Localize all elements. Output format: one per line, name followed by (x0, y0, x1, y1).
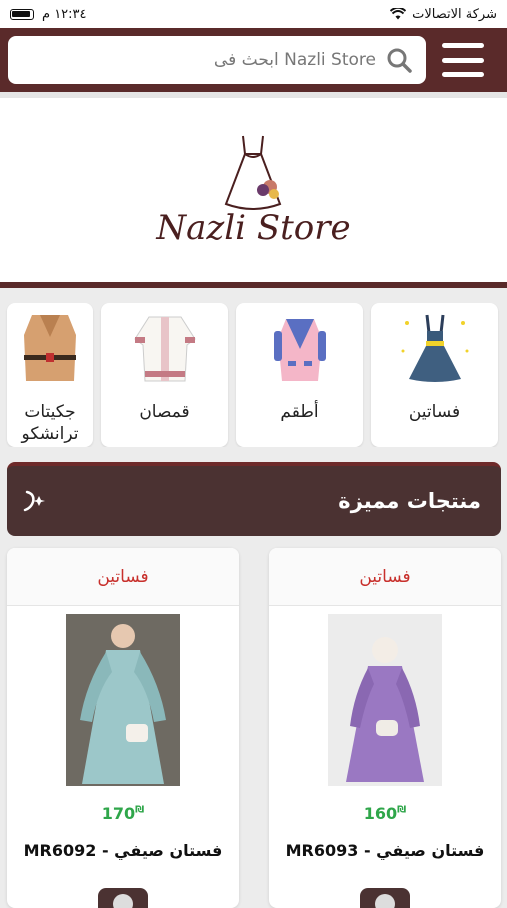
logo-text: Nazli Store (156, 208, 351, 248)
search-placeholder: ابحث فى Nazli Store (213, 50, 376, 70)
category-sets[interactable]: أطقم (236, 303, 363, 447)
category-dresses[interactable]: فساتين (371, 303, 498, 447)
product-name: فستان صيفي - MR6092 (23, 841, 223, 860)
menu-button[interactable] (442, 43, 484, 77)
dress-logo-icon (225, 135, 282, 210)
product-price: 160₪ (363, 804, 407, 823)
category-label: فساتين (408, 402, 461, 422)
sparkle-icon[interactable] (21, 488, 47, 514)
dress-icon (401, 314, 468, 382)
product-name: فستان صيفي - MR6093 (285, 841, 485, 860)
suit-icon (273, 319, 326, 381)
category-label: قمصان (139, 402, 190, 422)
category-shirts[interactable]: قمصان (101, 303, 228, 447)
product-category: فساتين (269, 548, 501, 606)
search-icon (387, 48, 412, 73)
shirt-icon (133, 316, 196, 382)
status-left: ١٢:٣٤ م (10, 7, 87, 22)
category-label: أطقم (280, 402, 319, 422)
product-price: 170₪ (101, 804, 145, 823)
menu-bar (442, 57, 484, 63)
wifi-icon (390, 8, 407, 20)
menu-bar (442, 43, 484, 48)
featured-products-header: منتجات مميزة (7, 462, 501, 536)
carrier-name: شركة الاتصالات (412, 6, 497, 22)
trench-coat-icon (24, 315, 76, 381)
product-image[interactable] (328, 614, 442, 786)
add-to-cart-button[interactable] (360, 888, 410, 908)
menu-bar (442, 72, 484, 77)
store-banner[interactable]: Nazli Store (0, 92, 507, 288)
category-trench-coats[interactable]: جكيتات ترانشكو (7, 303, 93, 447)
add-to-cart-button[interactable] (98, 888, 148, 908)
status-right: شركة الاتصالات (390, 7, 497, 22)
product-category: فساتين (7, 548, 239, 606)
category-label: جكيتات ترانشكو (21, 402, 79, 444)
battery-icon (10, 8, 34, 20)
store-logo: Nazli Store (156, 132, 351, 248)
status-bar: ١٢:٣٤ م شركة الاتصالات (0, 0, 507, 28)
product-card[interactable]: فساتين 170₪ فستان صيفي - MR6092 (7, 548, 239, 908)
product-image[interactable] (66, 614, 180, 786)
featured-title: منتجات مميزة (338, 489, 481, 513)
product-card[interactable]: فساتين 160₪ فستان صيفي - MR6093 (269, 548, 501, 908)
status-time: ١٢:٣٤ م (42, 6, 87, 22)
product-grid: فساتين 160₪ فستان صيفي - MR6093 فساتين 1… (7, 548, 501, 908)
search-input[interactable]: ابحث فى Nazli Store (8, 36, 426, 84)
category-list: فساتين أطقم قمصان جكيتات ترانشكو (0, 303, 507, 447)
app-header: ابحث فى Nazli Store (0, 28, 507, 92)
